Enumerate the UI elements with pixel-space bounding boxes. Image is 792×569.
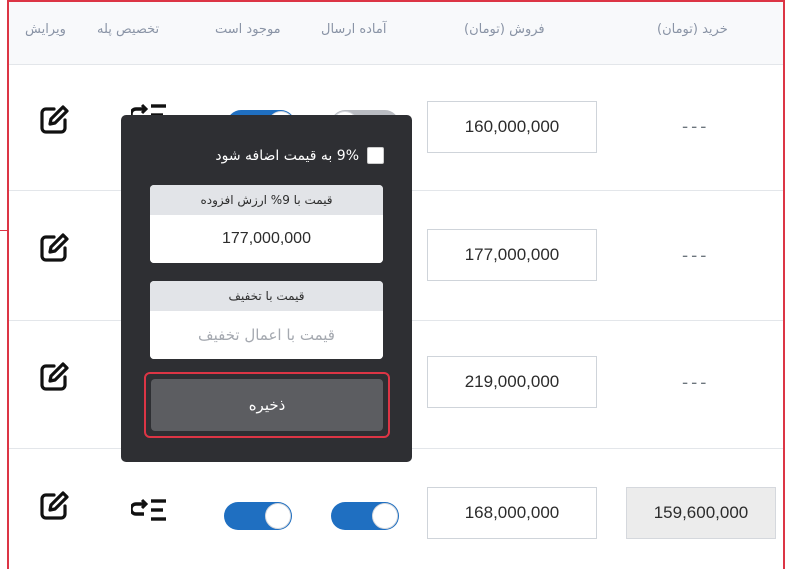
sale-price-field[interactable]: 177,000,000 — [427, 229, 597, 281]
purchase-price-field: 159,600,000 — [626, 487, 776, 539]
table-header: ویرایش تخصیص پله موجود است آماده ارسال ف… — [9, 2, 783, 65]
discount-price-title: قیمت با تخفیف — [150, 281, 383, 311]
edit-icon[interactable] — [38, 232, 70, 264]
purchase-price: --- — [682, 117, 710, 137]
sale-price-field[interactable]: 168,000,000 — [427, 487, 597, 539]
edit-icon[interactable] — [38, 490, 70, 522]
purchase-price: --- — [682, 373, 710, 393]
vat-option: 9% به قیمت اضافه شود — [215, 147, 384, 164]
vat-price-value[interactable]: 177,000,000 — [150, 215, 383, 263]
header-ready-to-ship: آماده ارسال — [321, 22, 387, 37]
tier-list-icon[interactable] — [131, 498, 167, 524]
discount-price-field: قیمت با تخفیف — [150, 281, 383, 359]
save-button-highlight: ذخیره — [144, 372, 390, 438]
toggle-knob — [265, 503, 291, 529]
header-purchase-price: خرید (تومان) — [657, 22, 728, 37]
toggle-knob — [372, 503, 398, 529]
sale-price-field[interactable]: 160,000,000 — [427, 101, 597, 153]
edit-icon[interactable] — [38, 104, 70, 136]
vat-checkbox[interactable] — [367, 147, 384, 164]
sale-price-field[interactable]: 219,000,000 — [427, 356, 597, 408]
ready-to-ship-toggle[interactable] — [331, 502, 399, 530]
header-edit: ویرایش — [25, 22, 66, 37]
header-tier-pricing: تخصیص پله — [97, 22, 160, 37]
vat-price-title: قیمت با 9% ارزش افزوده — [150, 185, 383, 215]
discount-price-input[interactable] — [150, 311, 383, 359]
table-row: 168,000,000 159,600,000 — [9, 449, 783, 569]
price-popover: 9% به قیمت اضافه شود قیمت با 9% ارزش افز… — [121, 115, 412, 462]
save-button[interactable]: ذخیره — [151, 379, 383, 431]
available-toggle[interactable] — [224, 502, 292, 530]
focus-outline-fragment — [0, 230, 7, 231]
header-available: موجود است — [215, 22, 281, 37]
vat-checkbox-label[interactable]: 9% به قیمت اضافه شود — [215, 148, 359, 164]
vat-price-field: قیمت با 9% ارزش افزوده 177,000,000 — [150, 185, 383, 263]
edit-icon[interactable] — [38, 361, 70, 393]
purchase-price: --- — [682, 246, 710, 266]
header-sale-price: فروش (تومان) — [464, 22, 545, 37]
